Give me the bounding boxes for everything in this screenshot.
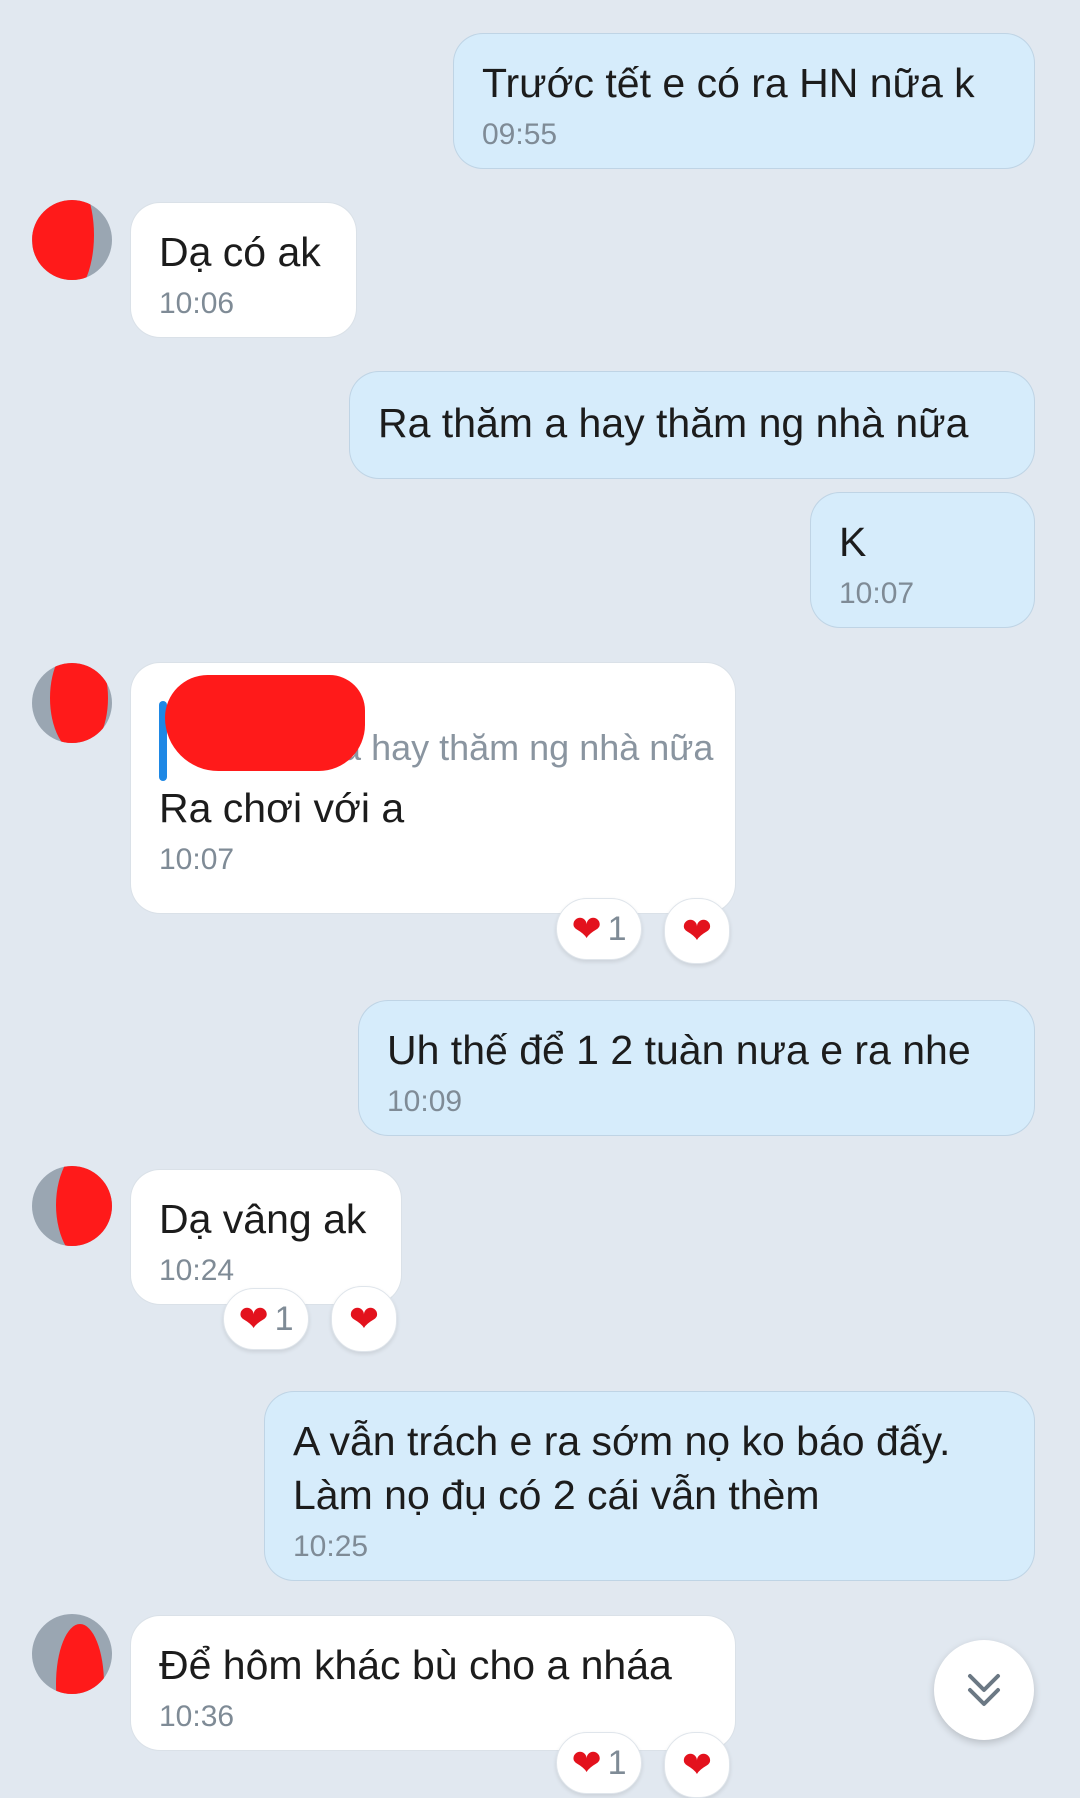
message-time: 10:06	[159, 287, 235, 320]
message-text: Dạ có ak	[159, 229, 321, 275]
message-text: Dạ vâng ak	[159, 1196, 367, 1242]
message-bubble-incoming[interactable]: Dạ vâng ak 10:24	[130, 1169, 402, 1305]
message-bubble-outgoing[interactable]: Trước tết e có ra HN nữa k 09:55	[453, 33, 1035, 169]
message-text: Ra chơi với a	[159, 785, 405, 831]
avatar[interactable]	[32, 200, 112, 280]
message-time: 10:25	[293, 1530, 369, 1563]
avatar[interactable]	[32, 1614, 112, 1694]
reaction-count-badge[interactable]: ❤ 1	[556, 898, 642, 960]
double-chevron-down-icon	[968, 1674, 1000, 1706]
heart-icon: ❤	[571, 908, 602, 949]
message-bubble-outgoing[interactable]: Uh thế để 1 2 tuàn nưa e ra nhe 10:09	[358, 1000, 1035, 1136]
message-time: 09:55	[482, 118, 558, 151]
reaction-count: 1	[607, 909, 627, 948]
message-text: Ra thăm a hay thăm ng nhà nữa	[378, 400, 969, 446]
message-text: Uh thế để 1 2 tuàn nưa e ra nhe	[387, 1027, 971, 1073]
message-bubble-outgoing[interactable]: Ra thăm a hay thăm ng nhà nữa	[349, 371, 1035, 479]
heart-icon: ❤	[571, 1742, 602, 1783]
message-bubble-incoming[interactable]: Ra thăm a hay thăm ng nhà nữa Ra chơi vớ…	[130, 662, 736, 914]
message-time: 10:09	[387, 1085, 463, 1118]
message-text: Trước tết e có ra HN nữa k	[482, 60, 975, 106]
message-time: 10:07	[839, 577, 915, 610]
message-time: 10:36	[159, 1700, 235, 1733]
reaction-count: 1	[274, 1299, 294, 1338]
reaction-count: 1	[607, 1743, 627, 1782]
avatar[interactable]	[32, 663, 112, 743]
message-bubble-incoming[interactable]: Dạ có ak 10:06	[130, 202, 357, 338]
avatar[interactable]	[32, 1166, 112, 1246]
message-time: 10:24	[159, 1254, 235, 1287]
reaction-count-badge[interactable]: ❤ 1	[556, 1732, 642, 1794]
message-bubble-incoming[interactable]: Để hôm khác bù cho a nháa 10:36	[130, 1615, 736, 1751]
message-time: 10:07	[159, 843, 235, 876]
heart-icon: ❤	[681, 910, 713, 951]
message-text: A vẫn trách e ra sớm nọ ko báo đấy. Làm …	[293, 1418, 951, 1518]
reaction-count-badge[interactable]: ❤ 1	[223, 1288, 309, 1350]
add-reaction-button[interactable]: ❤	[664, 898, 730, 964]
heart-icon: ❤	[238, 1298, 269, 1339]
add-reaction-button[interactable]: ❤	[664, 1732, 730, 1798]
message-bubble-outgoing[interactable]: K 10:07	[810, 492, 1035, 628]
message-text: Để hôm khác bù cho a nháa	[159, 1642, 672, 1688]
add-reaction-button[interactable]: ❤	[331, 1286, 397, 1352]
heart-icon: ❤	[348, 1298, 380, 1339]
reply-author-redaction	[165, 675, 365, 771]
reply-quote[interactable]: Ra thăm a hay thăm ng nhà nữa	[159, 673, 713, 781]
message-bubble-outgoing[interactable]: A vẫn trách e ra sớm nọ ko báo đấy. Làm …	[264, 1391, 1035, 1581]
scroll-to-bottom-button[interactable]	[934, 1640, 1034, 1740]
heart-icon: ❤	[681, 1744, 713, 1785]
message-text: K	[839, 519, 867, 565]
